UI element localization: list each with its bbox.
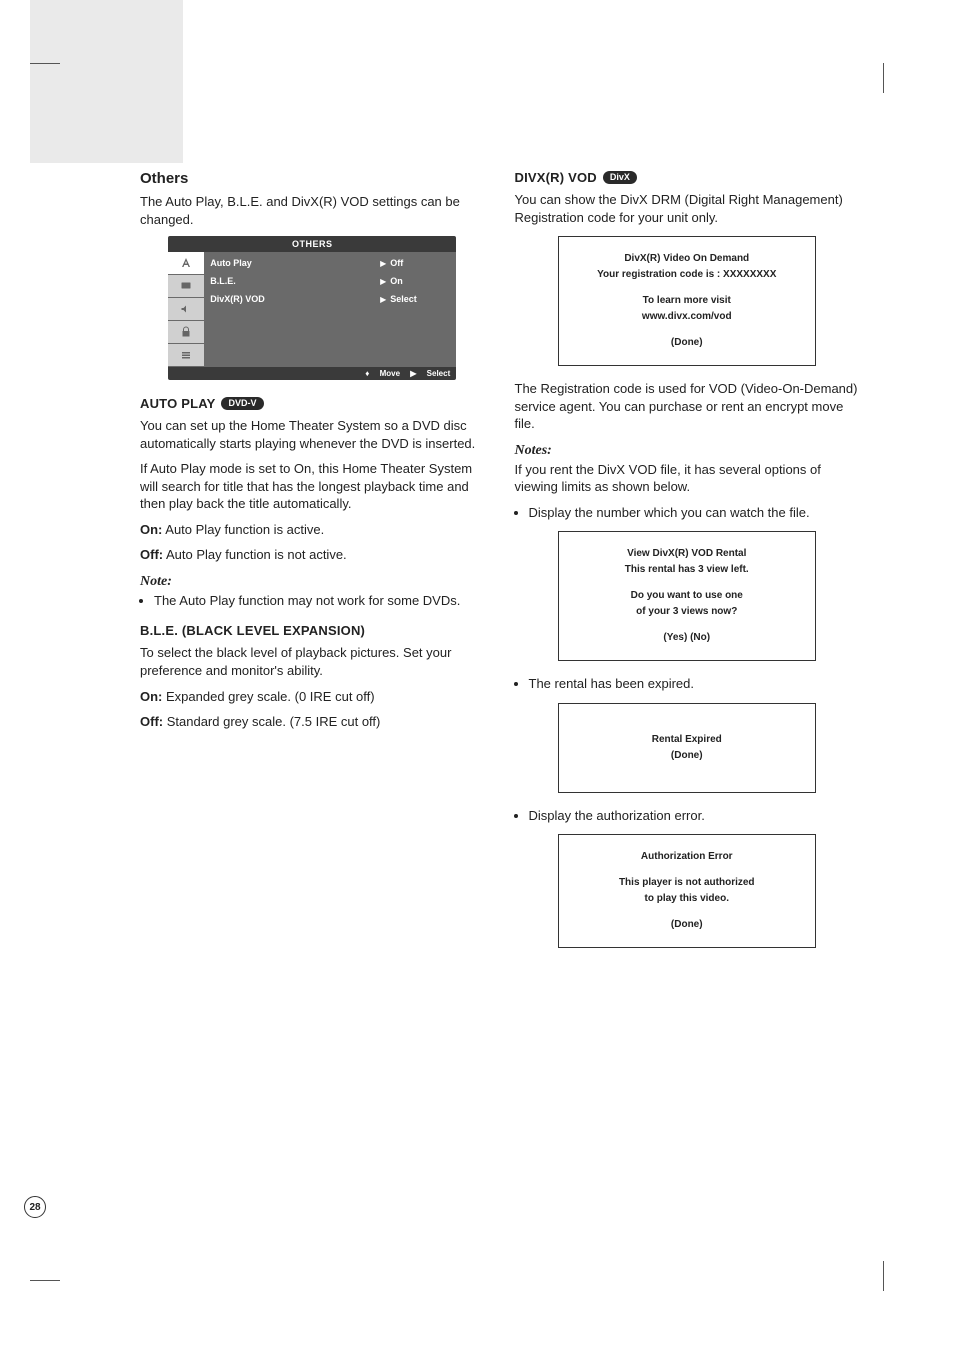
autoplay-desc-1: You can set up the Home Theater System s… (140, 417, 485, 452)
page-number: 28 (24, 1196, 46, 1218)
divx-subheading: DIVX(R) VOD (515, 170, 597, 185)
off-text: Standard grey scale. (7.5 IRE cut off) (163, 714, 380, 729)
right-arrow-icon: ▶ (380, 295, 386, 304)
note-bullet: The Auto Play function may not work for … (154, 592, 485, 610)
osd-item-name: DivX(R) VOD (210, 294, 376, 304)
note-heading: Note: (140, 574, 485, 590)
osd-menu-tab-icons (168, 252, 204, 367)
right-column: DIVX(R) VOD DivX You can show the DivX D… (515, 170, 860, 962)
divx-rental-box: View DivX(R) VOD Rental This rental has … (558, 531, 816, 661)
off-label: Off: (140, 547, 163, 562)
osd-item-value: On (390, 276, 450, 286)
divx-desc-1: You can show the DivX DRM (Digital Right… (515, 191, 860, 226)
divx-bullet-1: Display the number which you can watch t… (529, 504, 860, 522)
ble-subheading: B.L.E. (BLACK LEVEL EXPANSION) (140, 623, 365, 638)
notes-intro: If you rent the DivX VOD file, it has se… (515, 461, 860, 496)
crop-mark (883, 63, 884, 93)
on-label: On: (140, 689, 162, 704)
dvd-v-badge: DVD-V (221, 397, 263, 410)
box2-line2: This rental has 3 view left. (567, 562, 807, 578)
autoplay-on-line: On: Auto Play function is active. (140, 521, 485, 539)
box1-line3: To learn more visit (567, 293, 807, 309)
osd-item-value: Select (390, 294, 450, 304)
box1-line1: DivX(R) Video On Demand (567, 251, 807, 267)
on-text: Auto Play function is active. (162, 522, 324, 537)
divx-desc-2: The Registration code is used for VOD (V… (515, 380, 860, 433)
audio-tab-icon (168, 298, 204, 320)
off-label: Off: (140, 714, 163, 729)
crop-mark (30, 1280, 60, 1281)
box1-line5: (Done) (567, 335, 807, 351)
ble-off-line: Off: Standard grey scale. (7.5 IRE cut o… (140, 713, 485, 731)
box4-line2: This player is not authorized (567, 875, 807, 891)
box1-line2: Your registration code is : XXXXXXXX (567, 267, 807, 283)
box2-line4: of your 3 views now? (567, 604, 807, 620)
box2-line3: Do you want to use one (567, 588, 807, 604)
others-intro-text: The Auto Play, B.L.E. and DivX(R) VOD se… (140, 193, 485, 228)
off-text: Auto Play function is not active. (163, 547, 347, 562)
crop-mark (30, 63, 60, 64)
crop-mark (883, 1261, 884, 1291)
divx-registration-box: DivX(R) Video On Demand Your registratio… (558, 236, 816, 366)
autoplay-desc-2: If Auto Play mode is set to On, this Hom… (140, 460, 485, 513)
on-text: Expanded grey scale. (0 IRE cut off) (162, 689, 374, 704)
osd-menu-title: OTHERS (168, 236, 456, 252)
box4-line1: Authorization Error (567, 849, 807, 865)
box1-line4: www.divx.com/vod (567, 309, 807, 325)
auth-error-box: Authorization Error This player is not a… (558, 834, 816, 948)
osd-item-name: B.L.E. (210, 276, 376, 286)
page-header-tab (30, 0, 183, 163)
move-hint: ♦ Move (365, 369, 400, 378)
box3-line2: (Done) (567, 748, 807, 764)
divx-bullet-3: Display the authorization error. (529, 807, 860, 825)
osd-item-value: Off (390, 258, 450, 268)
osd-menu-row: Auto Play ▶ Off (204, 254, 456, 272)
divx-bullet-2: The rental has been expired. (529, 675, 860, 693)
move-hint-label: Move (380, 369, 400, 378)
others-tab-icon (168, 344, 204, 366)
lock-tab-icon (168, 321, 204, 343)
box3-line1: Rental Expired (567, 732, 807, 748)
osd-menu-screenshot: OTHERS (168, 236, 456, 380)
language-tab-icon (168, 252, 204, 274)
box2-line1: View DivX(R) VOD Rental (567, 546, 807, 562)
section-heading-others: Others (140, 170, 485, 187)
osd-menu-row: B.L.E. ▶ On (204, 272, 456, 290)
osd-menu-footer: ♦ Move ▶ Select (168, 367, 456, 380)
display-tab-icon (168, 275, 204, 297)
left-column: Others The Auto Play, B.L.E. and DivX(R)… (140, 170, 485, 962)
box2-line5: (Yes) (No) (567, 630, 807, 646)
right-arrow-icon: ▶ (380, 259, 386, 268)
divx-badge: DivX (603, 171, 637, 184)
select-hint: ▶ Select (410, 369, 450, 378)
notes-heading: Notes: (515, 443, 860, 459)
osd-menu-row: DivX(R) VOD ▶ Select (204, 290, 456, 308)
osd-item-name: Auto Play (210, 258, 376, 268)
on-label: On: (140, 522, 162, 537)
box4-line4: (Done) (567, 917, 807, 933)
autoplay-off-line: Off: Auto Play function is not active. (140, 546, 485, 564)
select-hint-label: Select (427, 369, 451, 378)
autoplay-subheading: AUTO PLAY (140, 396, 215, 411)
box4-line3: to play this video. (567, 891, 807, 907)
ble-on-line: On: Expanded grey scale. (0 IRE cut off) (140, 688, 485, 706)
right-arrow-icon: ▶ (380, 277, 386, 286)
rental-expired-box: Rental Expired (Done) (558, 703, 816, 793)
ble-desc: To select the black level of playback pi… (140, 644, 485, 679)
